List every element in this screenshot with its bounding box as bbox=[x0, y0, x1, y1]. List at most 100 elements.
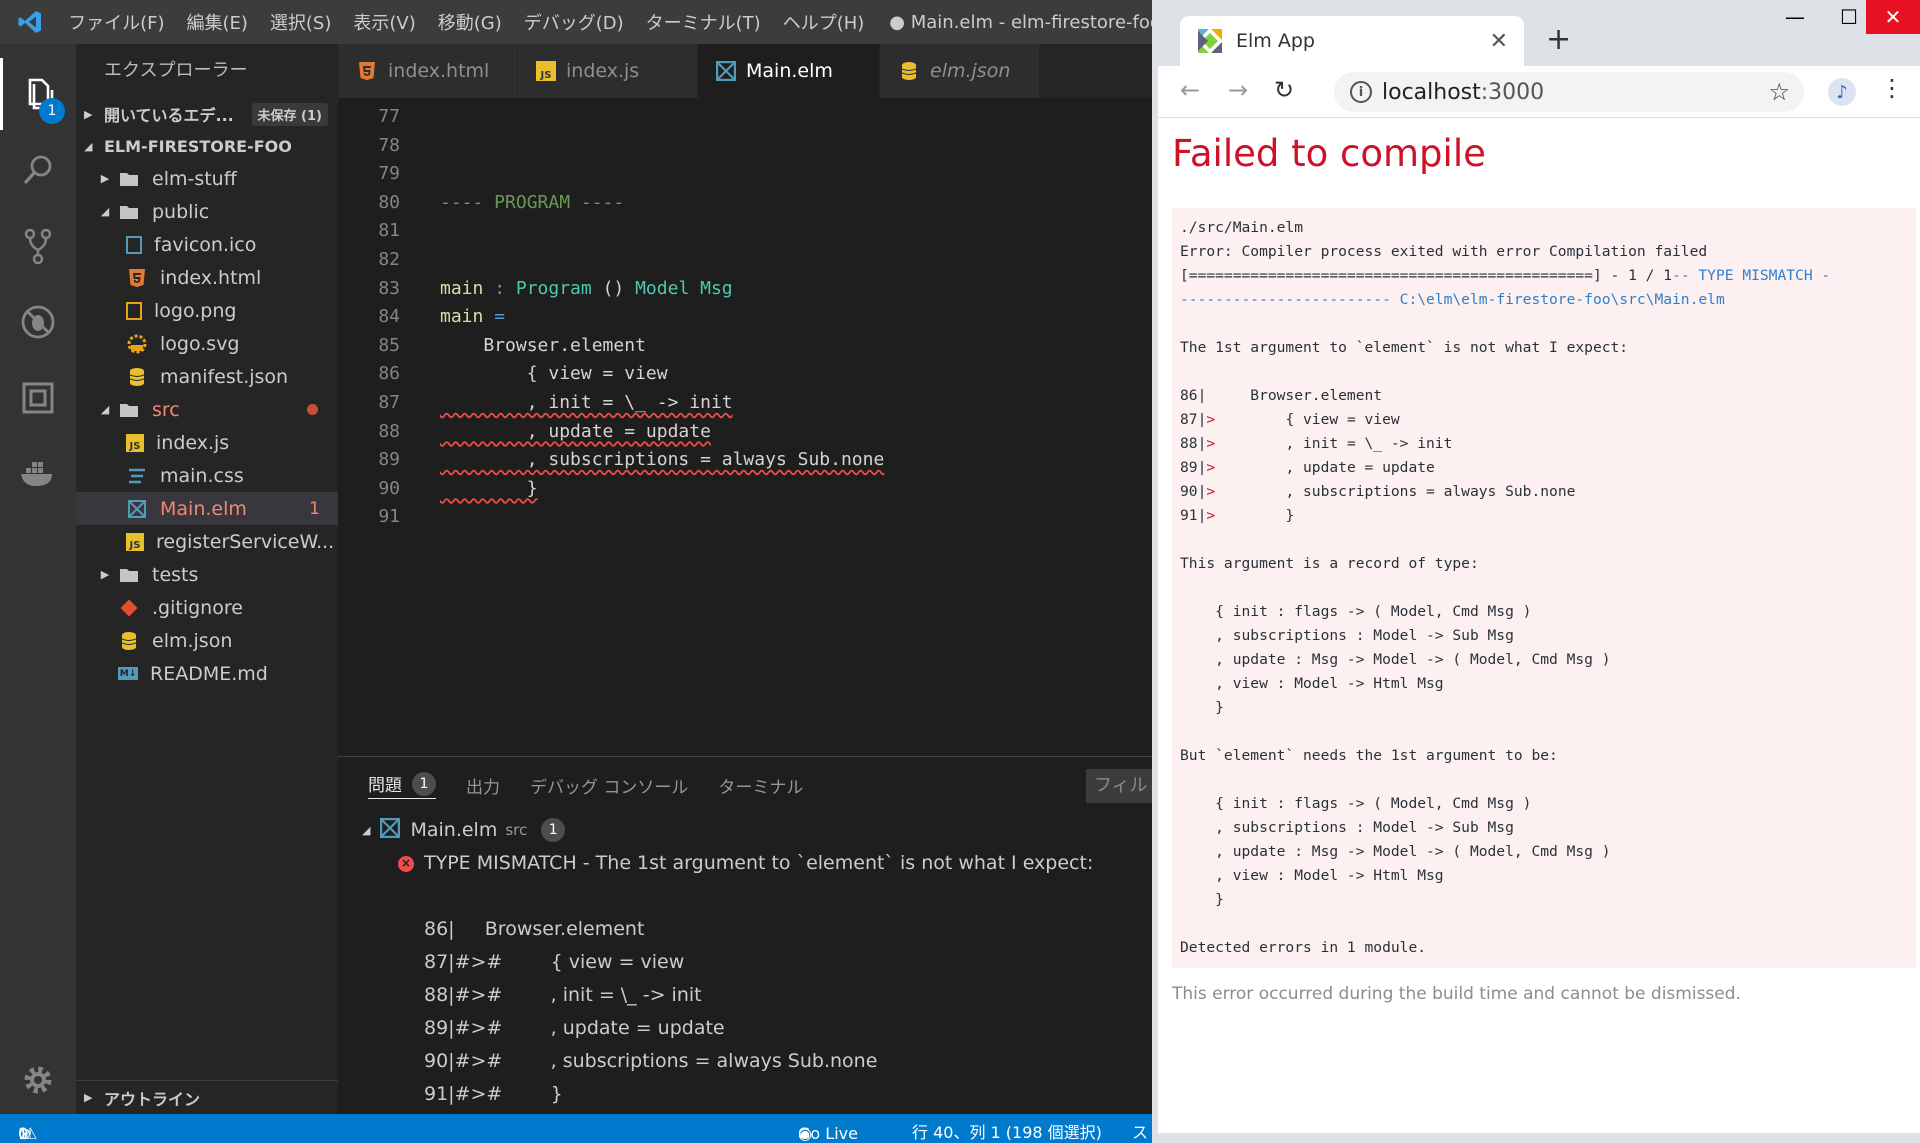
tree-file-gitignore[interactable]: .gitignore bbox=[76, 591, 338, 624]
close-tab-icon[interactable]: ✕ bbox=[1490, 29, 1508, 54]
search-button[interactable] bbox=[0, 134, 76, 206]
back-arrow-icon[interactable]: ← bbox=[1180, 76, 1200, 104]
tree-file-favicon[interactable]: favicon.ico bbox=[76, 228, 338, 261]
error-line bbox=[1180, 360, 1908, 384]
extensions-button[interactable] bbox=[0, 362, 76, 434]
tab-index-js[interactable]: JS index.js bbox=[518, 44, 698, 98]
browser-window: Elm App ✕ + — ☐ ✕ ← → ↻ i localhost:3000… bbox=[1152, 0, 1920, 1143]
tab-terminal[interactable]: ターミナル bbox=[718, 773, 803, 798]
error-line: Detected errors in 1 module. bbox=[1180, 939, 1427, 956]
tree-file-manifest[interactable]: manifest.json bbox=[76, 360, 338, 393]
code-line-87: , init = \_ -> init bbox=[440, 392, 733, 413]
tab-output[interactable]: 出力 bbox=[466, 773, 500, 798]
settings-button[interactable] bbox=[0, 1044, 76, 1116]
status-extra[interactable]: ス bbox=[1132, 1119, 1148, 1143]
line-number: 85 bbox=[378, 334, 400, 356]
minimize-icon[interactable]: — bbox=[1768, 0, 1822, 34]
tree-file-main-css[interactable]: main.css bbox=[76, 459, 338, 492]
activity-bar: 1 bbox=[0, 44, 76, 1114]
tree-file-main-elm[interactable]: Main.elm 1 bbox=[76, 492, 338, 525]
marked-code: { view = view bbox=[1215, 411, 1400, 428]
tree-folder-elm-stuff[interactable]: ▶ elm-stuff bbox=[76, 162, 338, 195]
image-file-icon bbox=[126, 235, 142, 254]
error-marker: > bbox=[1206, 483, 1216, 500]
project-section[interactable]: ◢ ELM-FIRESTORE-FOO bbox=[76, 130, 338, 162]
source-control-button[interactable] bbox=[0, 210, 76, 282]
menu-file[interactable]: ファイル(F) bbox=[57, 9, 175, 35]
more-menu-icon[interactable]: ⋮ bbox=[1880, 74, 1904, 102]
reload-icon[interactable]: ↻ bbox=[1274, 76, 1294, 104]
outline-section[interactable]: ▶ アウトライン bbox=[76, 1080, 338, 1114]
tree-file-logo-svg[interactable]: logo.svg bbox=[76, 327, 338, 360]
menu-terminal[interactable]: ターミナル(T) bbox=[635, 9, 772, 35]
tree-folder-tests[interactable]: ▶ tests bbox=[76, 558, 338, 591]
line-number: 88 bbox=[378, 420, 400, 442]
tree-folder-src[interactable]: ◢ src bbox=[76, 393, 338, 426]
tree-file-index-js[interactable]: JS index.js bbox=[76, 426, 338, 459]
tree-file-index-html[interactable]: index.html bbox=[76, 261, 338, 294]
tab-label: elm.json bbox=[930, 60, 1011, 82]
tree-label: public bbox=[152, 200, 210, 223]
menu-help[interactable]: ヘルプ(H) bbox=[772, 9, 876, 35]
tab-problems[interactable]: 問題 1 bbox=[368, 771, 436, 799]
menu-view[interactable]: 表示(V) bbox=[342, 9, 426, 35]
bookmark-star-icon[interactable]: ☆ bbox=[1768, 78, 1790, 106]
tree-file-register-sw[interactable]: JS registerServiceW... bbox=[76, 525, 338, 558]
url-port: :3000 bbox=[1480, 79, 1545, 105]
menu-debug[interactable]: デバッグ(D) bbox=[513, 9, 635, 35]
image-file-icon bbox=[126, 301, 142, 320]
problem-detail bbox=[338, 880, 1152, 913]
address-bar[interactable]: i localhost:3000 ☆ bbox=[1334, 72, 1804, 112]
chevron-right-icon: ▶ bbox=[100, 172, 110, 185]
problem-detail: 91|#># } bbox=[424, 1083, 563, 1105]
forward-arrow-icon[interactable]: → bbox=[1228, 76, 1248, 104]
problem-file-name: Main.elm bbox=[410, 819, 498, 841]
tab-main-elm[interactable]: Main.elm bbox=[698, 44, 880, 98]
tree-folder-public[interactable]: ◢ public bbox=[76, 195, 338, 228]
info-icon[interactable]: i bbox=[1350, 81, 1372, 103]
tree-file-elm-json[interactable]: elm.json bbox=[76, 624, 338, 657]
outline-label: アウトライン bbox=[104, 1089, 201, 1109]
tree-label: manifest.json bbox=[160, 365, 289, 388]
marked-code: , update = update bbox=[1215, 459, 1435, 476]
line-number: 77 bbox=[378, 106, 400, 127]
js-file-icon: JS bbox=[126, 433, 144, 452]
browser-tab-bar: Elm App ✕ + — ☐ ✕ bbox=[1158, 0, 1920, 66]
tree-file-logo-png[interactable]: logo.png bbox=[76, 294, 338, 327]
explorer-sidebar: エクスプローラー ▶ 開いているエデ... 未保存 (1) ◢ ELM-FIRE… bbox=[76, 44, 338, 1114]
menu-go[interactable]: 移動(G) bbox=[427, 9, 513, 35]
tree-file-readme[interactable]: M↓ README.md bbox=[76, 657, 338, 690]
open-editors-label: 開いているエデ... bbox=[104, 106, 234, 125]
error-line: , subscriptions : Model -> Sub Msg bbox=[1180, 819, 1514, 836]
close-window-icon[interactable]: ✕ bbox=[1866, 0, 1920, 34]
filter-input[interactable]: フィル bbox=[1086, 769, 1152, 803]
docker-button[interactable] bbox=[0, 438, 76, 510]
new-tab-icon[interactable]: + bbox=[1546, 22, 1571, 57]
problem-detail: 87|#># { view = view bbox=[424, 951, 685, 973]
url-host: localhost bbox=[1382, 79, 1481, 105]
code-editor[interactable]: 77 78 79 80 81 82 83 84 85 86 87 88 89 9… bbox=[338, 98, 1152, 756]
folder-open-icon bbox=[118, 202, 140, 222]
tree-label: index.html bbox=[160, 266, 262, 289]
menu-edit[interactable]: 編集(E) bbox=[175, 9, 258, 35]
error-line: But `element` needs the 1st argument to … bbox=[1180, 747, 1558, 764]
browser-tab[interactable]: Elm App ✕ bbox=[1180, 16, 1524, 66]
chevron-down-icon: ◢ bbox=[100, 205, 110, 218]
line-number: 80 bbox=[378, 191, 400, 213]
tab-elm-json[interactable]: elm.json bbox=[880, 44, 1040, 98]
problem-item[interactable]: × TYPE MISMATCH - The 1st argument to `e… bbox=[338, 847, 1152, 880]
cursor-position[interactable]: 行 40、列 1 (198 個選択) bbox=[912, 1119, 1102, 1143]
error-marker: > bbox=[1206, 411, 1216, 428]
line-num: 91| bbox=[1180, 507, 1207, 524]
chevron-right-icon: ▶ bbox=[84, 107, 93, 121]
tab-index-html[interactable]: index.html bbox=[338, 44, 518, 98]
explorer-button[interactable]: 1 bbox=[0, 58, 76, 130]
menu-selection[interactable]: 選択(S) bbox=[259, 9, 342, 35]
problem-file-row[interactable]: ◢ Main.elm src 1 bbox=[338, 813, 1152, 847]
open-editors-section[interactable]: ▶ 開いているエデ... 未保存 (1) bbox=[76, 98, 338, 130]
error-line: 88|> , init = \_ -> init bbox=[1180, 432, 1908, 456]
extension-note-icon[interactable]: ♪ bbox=[1828, 78, 1856, 106]
folder-icon bbox=[118, 169, 140, 189]
tab-debug-console[interactable]: デバッグ コンソール bbox=[530, 773, 688, 798]
debug-button[interactable] bbox=[0, 286, 76, 358]
